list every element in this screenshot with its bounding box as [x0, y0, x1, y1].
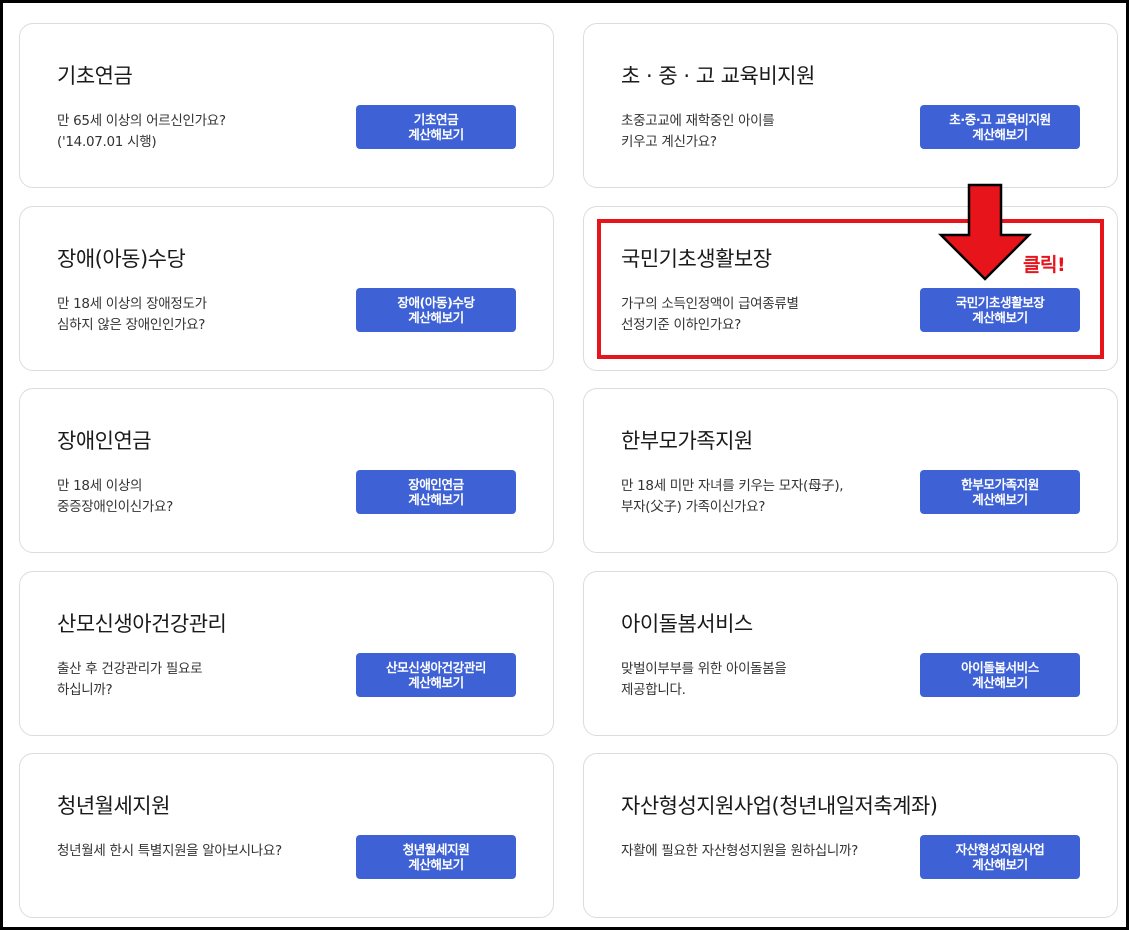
card-description: 초중고교에 재학중인 아이를 키우고 계신가요?: [621, 111, 921, 153]
disability-allowance-calc-button[interactable]: 장애(아동)수당 계산해보기: [356, 288, 516, 332]
desc-line: 만 18세 미만 자녀를 키우는 모자(母子),: [621, 478, 844, 494]
button-label: 계산해보기: [972, 675, 1028, 690]
screenshot-frame: 기초연금 만 65세 이상의 어르신인가요? ('14.07.01 시행) 기초…: [0, 0, 1129, 930]
button-label: 한부모가족지원: [961, 477, 1039, 492]
desc-line: 만 18세 이상의 장애정도가: [57, 296, 207, 312]
card-description: 만 18세 미만 자녀를 키우는 모자(母子), 부자(父子) 가족이신가요?: [621, 476, 921, 518]
card-description: 만 18세 이상의 중증장애인이신가요?: [57, 476, 357, 518]
button-label: 아이돌봄서비스: [961, 660, 1039, 675]
button-label: 청년월세지원: [402, 842, 470, 857]
card-title: 한부모가족지원: [621, 429, 753, 453]
button-label: 계산해보기: [408, 310, 464, 325]
card-disability-child-allowance: 장애(아동)수당 만 18세 이상의 장애정도가 심하지 않은 장애인인가요? …: [19, 206, 554, 371]
card-education-support: 초 · 중 · 고 교육비지원 초중고교에 재학중인 아이를 키우고 계신가요?…: [583, 23, 1118, 188]
card-disability-pension: 장애인연금 만 18세 이상의 중증장애인이신가요? 장애인연금 계산해보기: [19, 388, 554, 553]
desc-line: 만 65세 이상의 어르신인가요?: [57, 113, 226, 129]
button-label: 장애인연금: [408, 477, 464, 492]
button-label: 장애(아동)수당: [397, 295, 475, 310]
card-description: 출산 후 건강관리가 필요로 하십니까?: [57, 659, 357, 701]
card-asset-formation: 자산형성지원사업(청년내일저축계좌) 자활에 필요한 자산형성지원을 원하십니까…: [583, 753, 1118, 918]
arrow-down-icon: [937, 183, 1033, 281]
desc-line: 부자(父子) 가족이신가요?: [621, 499, 766, 515]
button-label: 계산해보기: [972, 492, 1028, 507]
button-label: 계산해보기: [972, 127, 1028, 142]
desc-line: 심하지 않은 장애인인가요?: [57, 317, 206, 333]
click-label: 클릭!: [1023, 254, 1066, 276]
youth-rent-calc-button[interactable]: 청년월세지원 계산해보기: [356, 835, 516, 879]
desc-line: 중증장애인이신가요?: [57, 499, 173, 515]
card-youth-rent-support: 청년월세지원 청년월세 한시 특별지원을 알아보시나요? 청년월세지원 계산해보…: [19, 753, 554, 918]
card-description: 만 65세 이상의 어르신인가요? ('14.07.01 시행): [57, 111, 357, 153]
desc-line: 제공합니다.: [621, 682, 686, 698]
card-single-parent-support: 한부모가족지원 만 18세 미만 자녀를 키우는 모자(母子), 부자(父子) …: [583, 388, 1118, 553]
card-description: 청년월세 한시 특별지원을 알아보시나요?: [57, 841, 357, 862]
button-label: 초·중·고 교육비지원: [949, 112, 1051, 127]
card-description: 만 18세 이상의 장애정도가 심하지 않은 장애인인가요?: [57, 294, 357, 336]
card-title: 장애인연금: [57, 429, 152, 453]
card-title: 초 · 중 · 고 교육비지원: [621, 64, 815, 88]
desc-line: ('14.07.01 시행): [57, 134, 157, 150]
desc-line: 하십니까?: [57, 682, 113, 698]
disability-pension-calc-button[interactable]: 장애인연금 계산해보기: [356, 470, 516, 514]
childcare-service-calc-button[interactable]: 아이돌봄서비스 계산해보기: [920, 653, 1080, 697]
desc-line: 출산 후 건강관리가 필요로: [57, 661, 203, 677]
card-description: 자활에 필요한 자산형성지원을 원하십니까?: [621, 841, 921, 862]
basic-pension-calc-button[interactable]: 기초연금 계산해보기: [356, 105, 516, 149]
button-label: 계산해보기: [408, 492, 464, 507]
desc-line: 초중고교에 재학중인 아이를: [621, 113, 775, 129]
button-label: 산모신생아건강관리: [386, 660, 486, 675]
card-title: 자산형성지원사업(청년내일저축계좌): [621, 794, 938, 818]
desc-line: 키우고 계신가요?: [621, 134, 717, 150]
card-title: 청년월세지원: [57, 794, 170, 818]
education-support-calc-button[interactable]: 초·중·고 교육비지원 계산해보기: [920, 105, 1080, 149]
card-description: 맞벌이부부를 위한 아이돌봄을 제공합니다.: [621, 659, 921, 701]
desc-line: 만 18세 이상의: [57, 478, 143, 494]
desc-line: 자활에 필요한 자산형성지원을 원하십니까?: [621, 843, 858, 859]
desc-line: 청년월세 한시 특별지원을 알아보시나요?: [57, 843, 282, 859]
card-title: 산모신생아건강관리: [57, 612, 227, 636]
single-parent-calc-button[interactable]: 한부모가족지원 계산해보기: [920, 470, 1080, 514]
card-maternal-newborn-care: 산모신생아건강관리 출산 후 건강관리가 필요로 하십니까? 산모신생아건강관리…: [19, 571, 554, 736]
card-childcare-service: 아이돌봄서비스 맞벌이부부를 위한 아이돌봄을 제공합니다. 아이돌봄서비스 계…: [583, 571, 1118, 736]
button-label: 자산형성지원사업: [955, 842, 1045, 857]
desc-line: 맞벌이부부를 위한 아이돌봄을: [621, 661, 787, 677]
button-label: 기초연금: [413, 112, 459, 127]
card-title: 아이돌봄서비스: [621, 612, 753, 636]
card-basic-pension: 기초연금 만 65세 이상의 어르신인가요? ('14.07.01 시행) 기초…: [19, 23, 554, 188]
button-label: 계산해보기: [408, 675, 464, 690]
button-label: 계산해보기: [408, 857, 464, 872]
maternal-care-calc-button[interactable]: 산모신생아건강관리 계산해보기: [356, 653, 516, 697]
card-title: 기초연금: [57, 64, 133, 88]
card-title: 장애(아동)수당: [57, 247, 186, 271]
button-label: 계산해보기: [972, 857, 1028, 872]
button-label: 계산해보기: [408, 127, 464, 142]
asset-formation-calc-button[interactable]: 자산형성지원사업 계산해보기: [920, 835, 1080, 879]
